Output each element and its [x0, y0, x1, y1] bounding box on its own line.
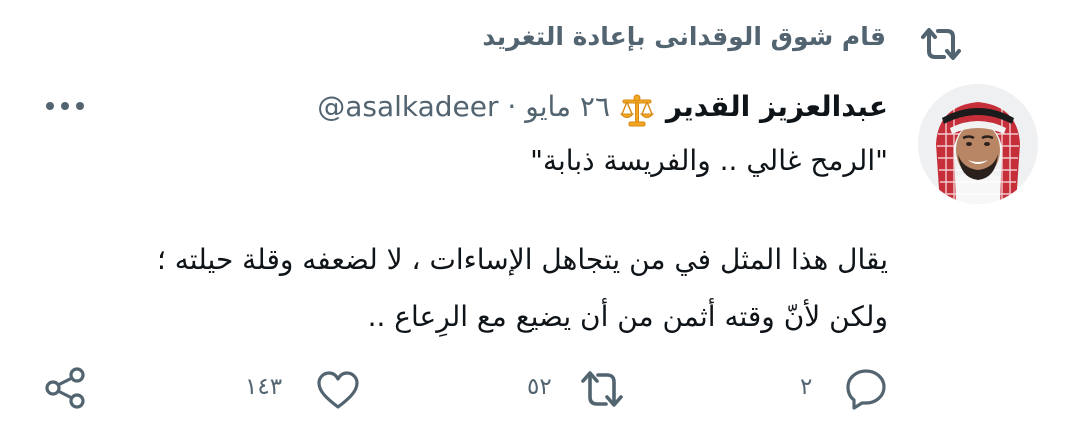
like-count: ١٤٣	[245, 374, 283, 400]
retweet-icon	[921, 28, 961, 60]
avatar-image	[918, 84, 1038, 204]
retweet-count: ٥٢	[527, 374, 552, 400]
tweet-meta: @asalkadeer · ٢٦ مايو	[317, 90, 610, 123]
reply-count: ٢	[800, 374, 813, 400]
reply-icon[interactable]	[844, 366, 888, 410]
tweet-text-line: "الرمح غالي .. والفريسة ذبابة"	[530, 144, 888, 177]
author-handle[interactable]: @asalkadeer	[317, 90, 498, 123]
scales-icon	[619, 94, 655, 127]
avatar[interactable]	[918, 84, 1038, 204]
retweet-action-icon[interactable]	[580, 368, 624, 412]
tweet-text-line: يقال هذا المثل في من يتجاهل الإساءات ، ل…	[156, 243, 888, 276]
heart-icon[interactable]	[316, 368, 360, 412]
retweeted-by-label[interactable]: قام شوق الوقدانى بإعادة التغريد	[482, 22, 886, 51]
share-icon[interactable]	[44, 366, 88, 410]
tweet-text-line: ولكن لأنّ وقته أثمن من أن يضيع مع الرِعا…	[367, 300, 888, 333]
more-options-icon[interactable]	[44, 100, 86, 112]
author-name[interactable]: عبدالعزيز القدير	[666, 90, 888, 123]
tweet-date[interactable]: ٢٦ مايو	[525, 90, 610, 123]
meta-separator: ·	[507, 90, 517, 123]
